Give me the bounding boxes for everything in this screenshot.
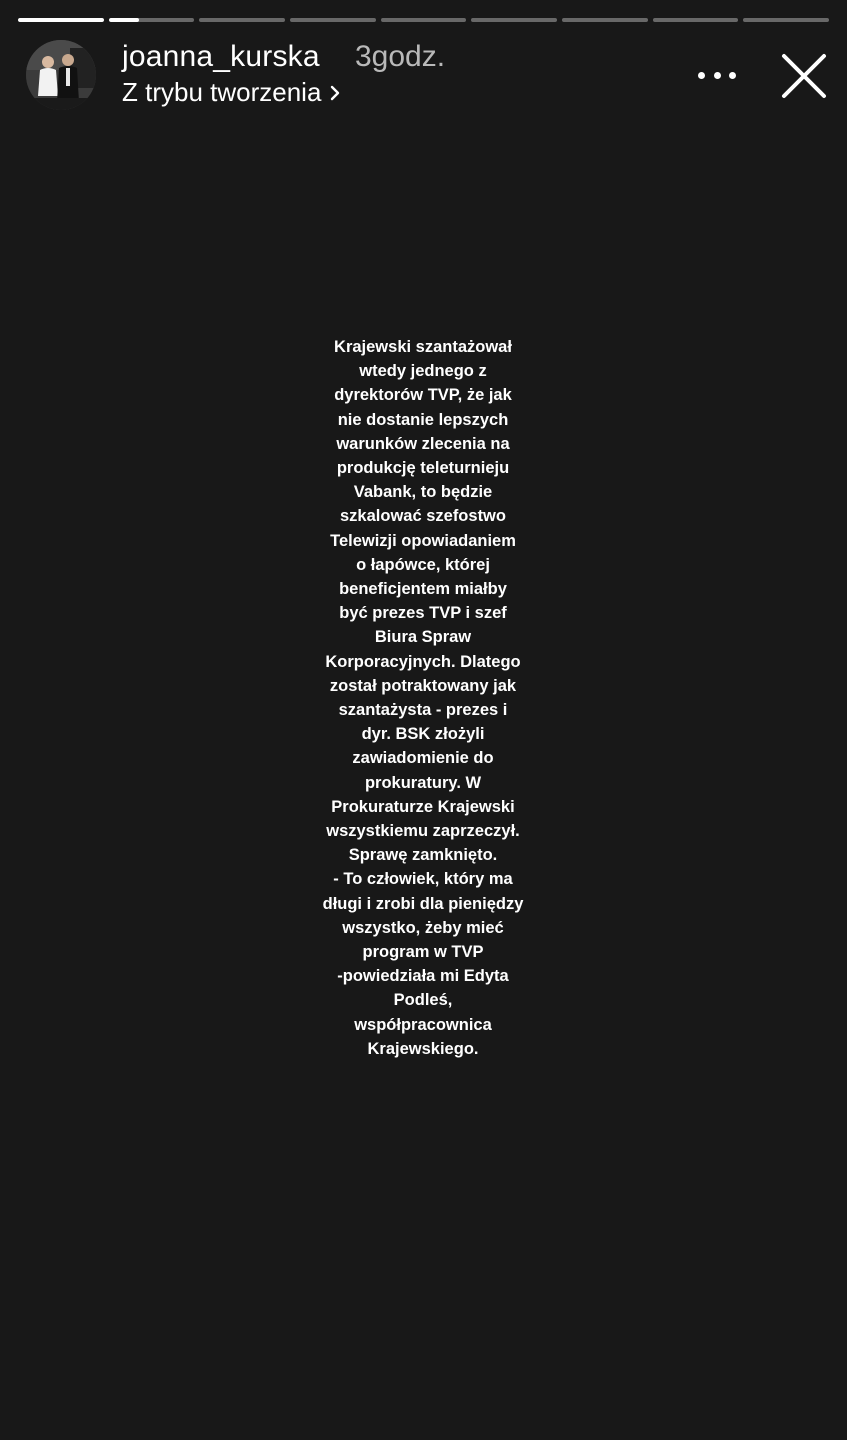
story-text-line: dyrektorów TVP, że jak (334, 386, 512, 405)
story-text-line: zawiadomienie do (352, 749, 494, 768)
story-text-line: być prezes TVP i szef (339, 604, 507, 623)
story-text-line: Biura Spraw (374, 628, 472, 647)
story-header: joanna_kurska 3godz. Z trybu tworzenia (26, 40, 827, 112)
story-text-line: Podleś, (393, 991, 453, 1010)
progress-segment (199, 18, 286, 22)
story-text-line: wtedy jednego z (359, 362, 487, 381)
more-options-button[interactable] (698, 62, 736, 88)
story-text-line: Krajewski szantażował (334, 338, 512, 356)
progress-segment (380, 18, 467, 22)
story-viewer[interactable]: joanna_kurska 3godz. Z trybu tworzenia K… (0, 0, 847, 1440)
story-text-line: szantażysta - prezes i (338, 701, 508, 720)
progress-segment-fill (108, 18, 139, 22)
avatar[interactable] (26, 40, 96, 110)
story-text-line: wszystko, żeby mieć (342, 918, 504, 937)
story-text: Krajewski szantażował wtedy jednego z dyre… (273, 335, 573, 1061)
story-source-link[interactable]: Z trybu tworzenia (122, 77, 341, 108)
story-text-line: Korporacyjnych. Dlatego (325, 652, 521, 671)
story-text-line: wszystkiemu zaprzeczył. (326, 822, 520, 841)
progress-segment (652, 18, 739, 22)
progress-segment (108, 18, 195, 22)
close-button[interactable] (781, 53, 827, 99)
profile-photo-icon (26, 40, 96, 110)
story-text-line: został potraktowany jak (329, 676, 517, 695)
story-text-line: -powiedziała mi Edyta (337, 967, 509, 986)
story-text-line: szkalować szefostwo (340, 507, 506, 526)
progress-segment (562, 18, 648, 22)
story-text-line: Vabank, to będzie (353, 483, 493, 502)
story-text-line: program w TVP (362, 943, 484, 962)
progress-segment (743, 18, 830, 22)
more-dot (729, 71, 736, 79)
username[interactable]: joanna_kurska (122, 40, 320, 74)
more-horizontal-icon (698, 71, 705, 79)
story-text-line: prokuratury. W (364, 773, 482, 792)
story-text-line: dyr. BSK złożyli (361, 725, 485, 744)
more-dot (713, 71, 721, 79)
close-icon (782, 54, 826, 98)
progress-segment (18, 18, 104, 22)
story-text-line: Prokuraturze Krajewski (331, 797, 515, 816)
story-text-line: długi i zrobi dla pieniędzy (322, 894, 524, 913)
story-text-line: Sprawę zamknięto. (348, 846, 498, 865)
progress-segment (471, 18, 558, 22)
story-text-line: - To człowiek, który ma (333, 870, 513, 889)
story-text-line: produkcję teleturnieju (336, 459, 510, 478)
progress-segment (290, 18, 376, 22)
story-text-line: współpracownica (354, 1015, 492, 1034)
story-text-line: o łapówce, której (356, 555, 490, 574)
story-source-label: Z trybu tworzenia (122, 77, 322, 107)
story-text-line: warunków zlecenia na (336, 434, 510, 453)
story-timestamp: 3godz. (355, 40, 446, 73)
story-text-line: beneficjentem miałby (339, 580, 507, 599)
progress-segment-fill (18, 18, 104, 22)
story-text-line: Krajewskiego. (367, 1039, 479, 1058)
chevron-right-icon (331, 85, 340, 100)
story-progress-bar (18, 18, 830, 22)
story-text-line: nie dostanie lepszych (337, 410, 509, 429)
story-text-line: Telewizji opowiadaniem (330, 531, 516, 550)
